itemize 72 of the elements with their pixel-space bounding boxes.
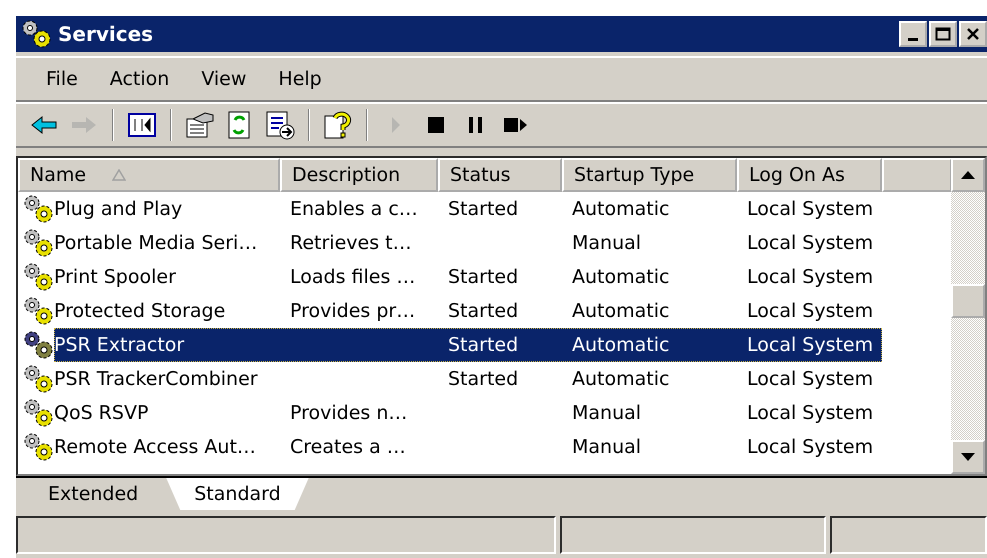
table-cell-text: Portable Media Seri… [54, 232, 258, 254]
table-cell-text: Started [447, 300, 520, 322]
column-title: Status [450, 164, 511, 186]
table-cell-text: Local System [746, 334, 874, 356]
table-cell-text: Provides pr… [289, 300, 416, 322]
column-title: Name [30, 164, 86, 186]
table-cell-text: Loads files … [289, 266, 416, 288]
service-row[interactable]: Protected Storage Provides pr… Started Automatic Local System [54, 294, 882, 328]
table-cell-text: Manual [571, 436, 642, 458]
table-cell-text: Automatic [571, 334, 670, 356]
table-cell-text: Remote Access Aut… [54, 436, 257, 458]
scroll-down-button[interactable] [951, 440, 985, 474]
service-row[interactable]: PSR Extractor Started Automatic Local System [54, 328, 882, 362]
table-cell-text: Local System [746, 368, 874, 390]
scroll-up-button[interactable] [951, 158, 985, 192]
close-icon [966, 27, 980, 41]
minimize-icon [908, 38, 918, 40]
table-cell-text: Manual [571, 232, 642, 254]
table-cell-text: Creates a … [289, 436, 407, 458]
service-row[interactable]: Print Spooler Loads files … Started Automatic Local System [54, 260, 882, 294]
table-cell-text: Started [447, 198, 520, 220]
window-title: Services [58, 22, 154, 46]
table-cell-text: Local System [746, 232, 874, 254]
maximize-icon [935, 27, 951, 41]
column-header[interactable]: Log On As [737, 158, 882, 192]
table-cell-text: PSR Extractor [54, 334, 186, 356]
table-cell-text: Local System [746, 402, 874, 424]
table-cell-text: Retrieves t… [289, 232, 413, 254]
service-row[interactable]: PSR TrackerCombiner Started Automatic Local System [54, 362, 882, 396]
service-row[interactable]: Remote Access Aut… Creates a … Manual Local System [54, 430, 882, 464]
table-cell-text: Automatic [571, 266, 670, 288]
column-header[interactable]: Name [18, 158, 280, 192]
table-cell-text: Started [447, 368, 520, 390]
sort-arrow-icon [112, 169, 126, 181]
table-cell-text: Local System [746, 198, 874, 220]
service-row[interactable]: Plug and Play Enables a c… Started Automatic Local System [54, 192, 882, 226]
table-cell-text: Local System [746, 300, 874, 322]
service-row[interactable]: Portable Media Seri… Retrieves t… Manual Local System [54, 226, 882, 260]
service-row[interactable]: QoS RSVP Provides n… Manual Local System [54, 396, 882, 430]
vertical-scrollbar[interactable] [951, 158, 985, 474]
up-arrow-icon [961, 171, 975, 179]
column-title: Log On As [749, 164, 845, 186]
view-tab[interactable]: Standard [166, 478, 309, 510]
menu-item[interactable]: Action [94, 68, 186, 90]
table-cell-text: Local System [746, 266, 874, 288]
table-cell-text: Automatic [571, 368, 670, 390]
column-title: Description [292, 164, 400, 186]
table-cell-text: Automatic [571, 198, 670, 220]
table-cell-text: Started [447, 334, 520, 356]
table-cell-text: Started [447, 266, 520, 288]
column-header[interactable]: Status [438, 158, 562, 192]
table-cell-text: Enables a c… [289, 198, 419, 220]
maximize-button[interactable] [929, 21, 957, 47]
table-cell-text: Plug and Play [54, 198, 184, 220]
table-cell-text: Provides n… [289, 402, 408, 424]
table-cell-text: PSR TrackerCombiner [54, 368, 259, 390]
menu-item[interactable]: View [185, 68, 262, 90]
table-cell-text: Automatic [571, 300, 670, 322]
menu-item[interactable]: File [30, 68, 94, 90]
column-title: Startup Type [574, 164, 694, 186]
table-cell-text: Manual [571, 402, 642, 424]
table-cell-text: QoS RSVP [54, 402, 150, 424]
table-cell-text: Local System [746, 436, 874, 458]
column-header[interactable]: Description [280, 158, 438, 192]
down-arrow-icon [961, 453, 975, 461]
scroll-thumb[interactable] [951, 284, 985, 318]
table-cell-text: Protected Storage [54, 300, 226, 322]
table-cell-text: Print Spooler [54, 266, 177, 288]
close-button[interactable] [959, 21, 987, 47]
menu-item[interactable]: Help [262, 68, 338, 90]
minimize-button[interactable] [899, 21, 927, 47]
column-header[interactable]: Startup Type [562, 158, 737, 192]
